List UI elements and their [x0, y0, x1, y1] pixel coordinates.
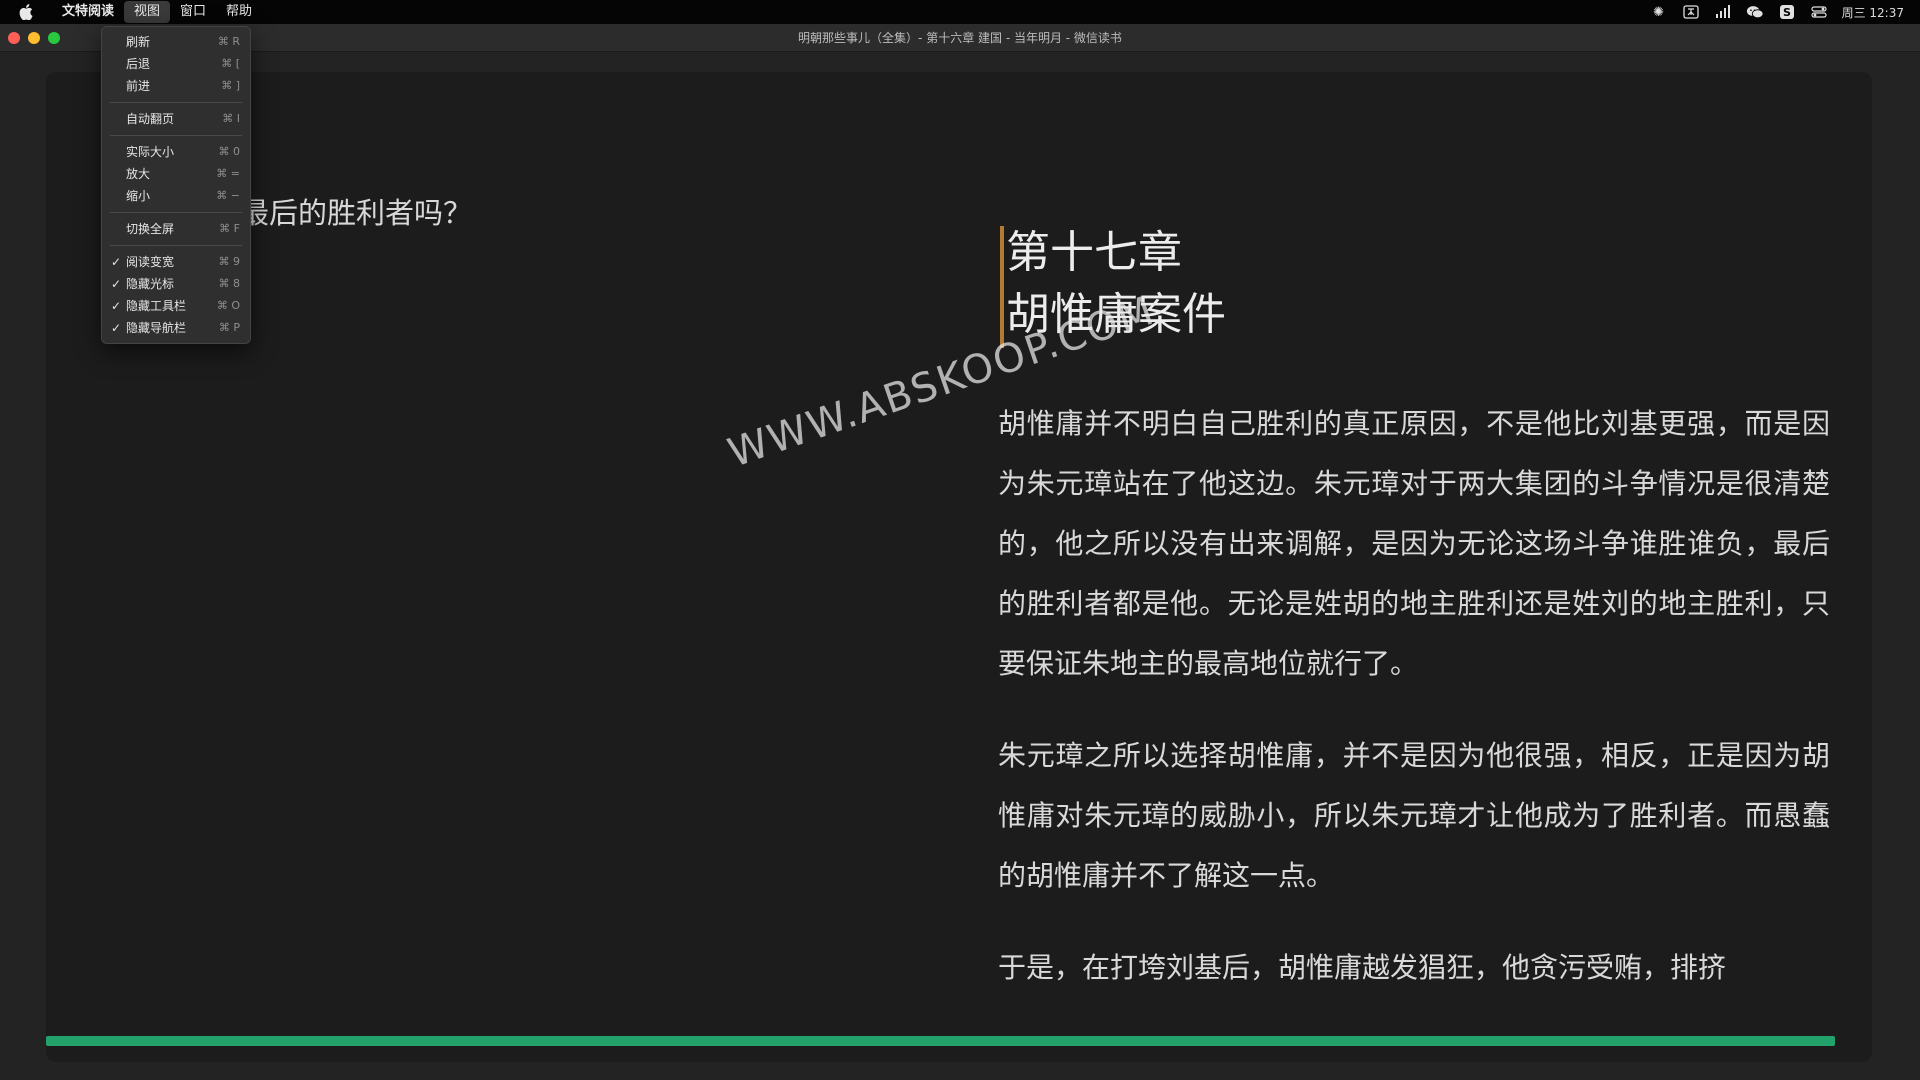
- checkmark-icon: ✓: [111, 321, 122, 335]
- menu-item-shortcut: ⌘ −: [216, 189, 240, 202]
- menu-item-label: 隐藏光标: [126, 277, 175, 291]
- menu-item-refresh[interactable]: 刷新 ⌘ R: [102, 31, 250, 53]
- menu-item-hide-navbar[interactable]: ✓ 隐藏导航栏 ⌘ P: [102, 317, 250, 339]
- left-page-text: 最后的胜利者吗？: [240, 196, 473, 230]
- sync-s-icon[interactable]: S: [1778, 5, 1796, 19]
- menu-separator: [110, 212, 242, 213]
- menu-item-shortcut: ⌘ I: [222, 112, 240, 125]
- menu-item-label: 缩小: [126, 189, 151, 203]
- menu-window[interactable]: 窗口: [170, 1, 216, 23]
- window-controls: [8, 32, 60, 44]
- close-window-button[interactable]: [8, 32, 20, 44]
- svg-text:S: S: [1783, 6, 1791, 19]
- menu-item-label: 前进: [126, 79, 151, 93]
- menu-item-label: 后退: [126, 57, 151, 71]
- menu-separator: [110, 102, 242, 103]
- menu-item-shortcut: ⌘ P: [218, 321, 240, 334]
- menu-item-shortcut: ⌘ F: [219, 222, 240, 235]
- menu-item-shortcut: ⌘ O: [216, 299, 240, 312]
- menu-help[interactable]: 帮助: [216, 1, 262, 23]
- menu-item-hide-toolbar[interactable]: ✓ 隐藏工具栏 ⌘ O: [102, 295, 250, 317]
- maximize-window-button[interactable]: [48, 32, 60, 44]
- reading-progress-bar[interactable]: [46, 1036, 1872, 1046]
- signal-icon[interactable]: [1714, 5, 1732, 19]
- paragraph: 胡惟庸并不明白自己胜利的真正原因，不是他比刘基更强，而是因为朱元璋站在了他这边。…: [998, 407, 1830, 680]
- menu-item-label: 刷新: [126, 35, 151, 49]
- menu-item-zoom-out[interactable]: 缩小 ⌘ −: [102, 185, 250, 207]
- chapter-number: 第十七章: [1006, 227, 1182, 278]
- menu-item-shortcut: ⌘ 9: [218, 255, 241, 268]
- menu-separator: [110, 135, 242, 136]
- reading-progress-fill: [46, 1036, 1836, 1046]
- menu-item-zoom-in[interactable]: 放大 ⌘ =: [102, 163, 250, 185]
- view-menu-dropdown: 刷新 ⌘ R 后退 ⌘ [ 前进 ⌘ ] 自动翻页 ⌘ I 实际大小 ⌘ 0 放…: [101, 26, 251, 344]
- menu-item-label: 自动翻页: [126, 112, 175, 126]
- reader-page[interactable]: 最后的胜利者吗？ 第十七章 胡惟庸案件 胡惟庸并不明白自己胜利的真正原因，不是他…: [46, 72, 1872, 1062]
- minimize-window-button[interactable]: [28, 32, 40, 44]
- paragraph: 于是，在打垮刘基后，胡惟庸越发猖狂，他贪污受贿，排挤: [998, 951, 1727, 984]
- control-center-icon[interactable]: [1810, 5, 1828, 19]
- menu-item-actual-size[interactable]: 实际大小 ⌘ 0: [102, 141, 250, 163]
- menu-view[interactable]: 视图: [124, 1, 171, 23]
- brightness-icon[interactable]: ✺: [1650, 5, 1668, 20]
- apple-icon: [19, 4, 33, 20]
- menu-item-shortcut: ⌘ [: [221, 57, 240, 70]
- wechat-icon[interactable]: [1746, 5, 1764, 19]
- menu-item-back[interactable]: 后退 ⌘ [: [102, 53, 250, 75]
- status-tray: ✺ S 周三 12:37: [1650, 4, 1920, 21]
- menu-item-label: 实际大小: [126, 145, 175, 159]
- menu-item-wide-reading[interactable]: ✓ 阅读变宽 ⌘ 9: [102, 251, 250, 273]
- menu-item-label: 隐藏导航栏: [126, 321, 187, 335]
- menu-item-shortcut: ⌘ ]: [221, 79, 240, 92]
- checkmark-icon: ✓: [111, 277, 122, 291]
- menu-bar: 文特阅读 视图 窗口 帮助 ✺ S 周三 12:37: [0, 0, 1920, 24]
- menu-item-shortcut: ⌘ 8: [218, 277, 241, 290]
- menu-item-shortcut: ⌘ R: [217, 35, 240, 48]
- title-bar[interactable]: 明朝那些事儿（全集）- 第十六章 建国 - 当年明月 - 微信读书: [0, 24, 1920, 52]
- menu-item-label: 放大: [126, 167, 151, 181]
- menu-item-label: 切换全屏: [126, 222, 175, 236]
- clock[interactable]: 周三 12:37: [1842, 4, 1904, 21]
- checkmark-icon: ✓: [111, 299, 122, 313]
- menu-item-hide-cursor[interactable]: ✓ 隐藏光标 ⌘ 8: [102, 273, 250, 295]
- apple-menu[interactable]: [0, 4, 52, 20]
- menu-app-name[interactable]: 文特阅读: [52, 1, 124, 23]
- checkmark-icon: ✓: [111, 255, 122, 269]
- input-method-icon[interactable]: [1682, 5, 1700, 19]
- menu-item-label: 阅读变宽: [126, 255, 175, 269]
- menu-separator: [110, 245, 242, 246]
- paragraph: 朱元璋之所以选择胡惟庸，并不是因为他很强，相反，正是因为胡惟庸对朱元璋的威胁小，…: [998, 739, 1830, 892]
- chapter-accent-bar: [1000, 226, 1004, 348]
- chapter-content: 胡惟庸并不明白自己胜利的真正原因，不是他比刘基更强，而是因为朱元璋站在了他这边。…: [998, 394, 1830, 1030]
- menu-item-auto-page-turn[interactable]: 自动翻页 ⌘ I: [102, 108, 250, 130]
- menu-item-toggle-fullscreen[interactable]: 切换全屏 ⌘ F: [102, 218, 250, 240]
- menu-item-shortcut: ⌘ 0: [218, 145, 241, 158]
- window-title: 明朝那些事儿（全集）- 第十六章 建国 - 当年明月 - 微信读书: [798, 31, 1122, 45]
- menu-item-forward[interactable]: 前进 ⌘ ]: [102, 75, 250, 97]
- menu-item-shortcut: ⌘ =: [216, 167, 240, 180]
- menu-item-label: 隐藏工具栏: [126, 299, 187, 313]
- app-window: 明朝那些事儿（全集）- 第十六章 建国 - 当年明月 - 微信读书 最后的胜利者…: [0, 24, 1920, 1080]
